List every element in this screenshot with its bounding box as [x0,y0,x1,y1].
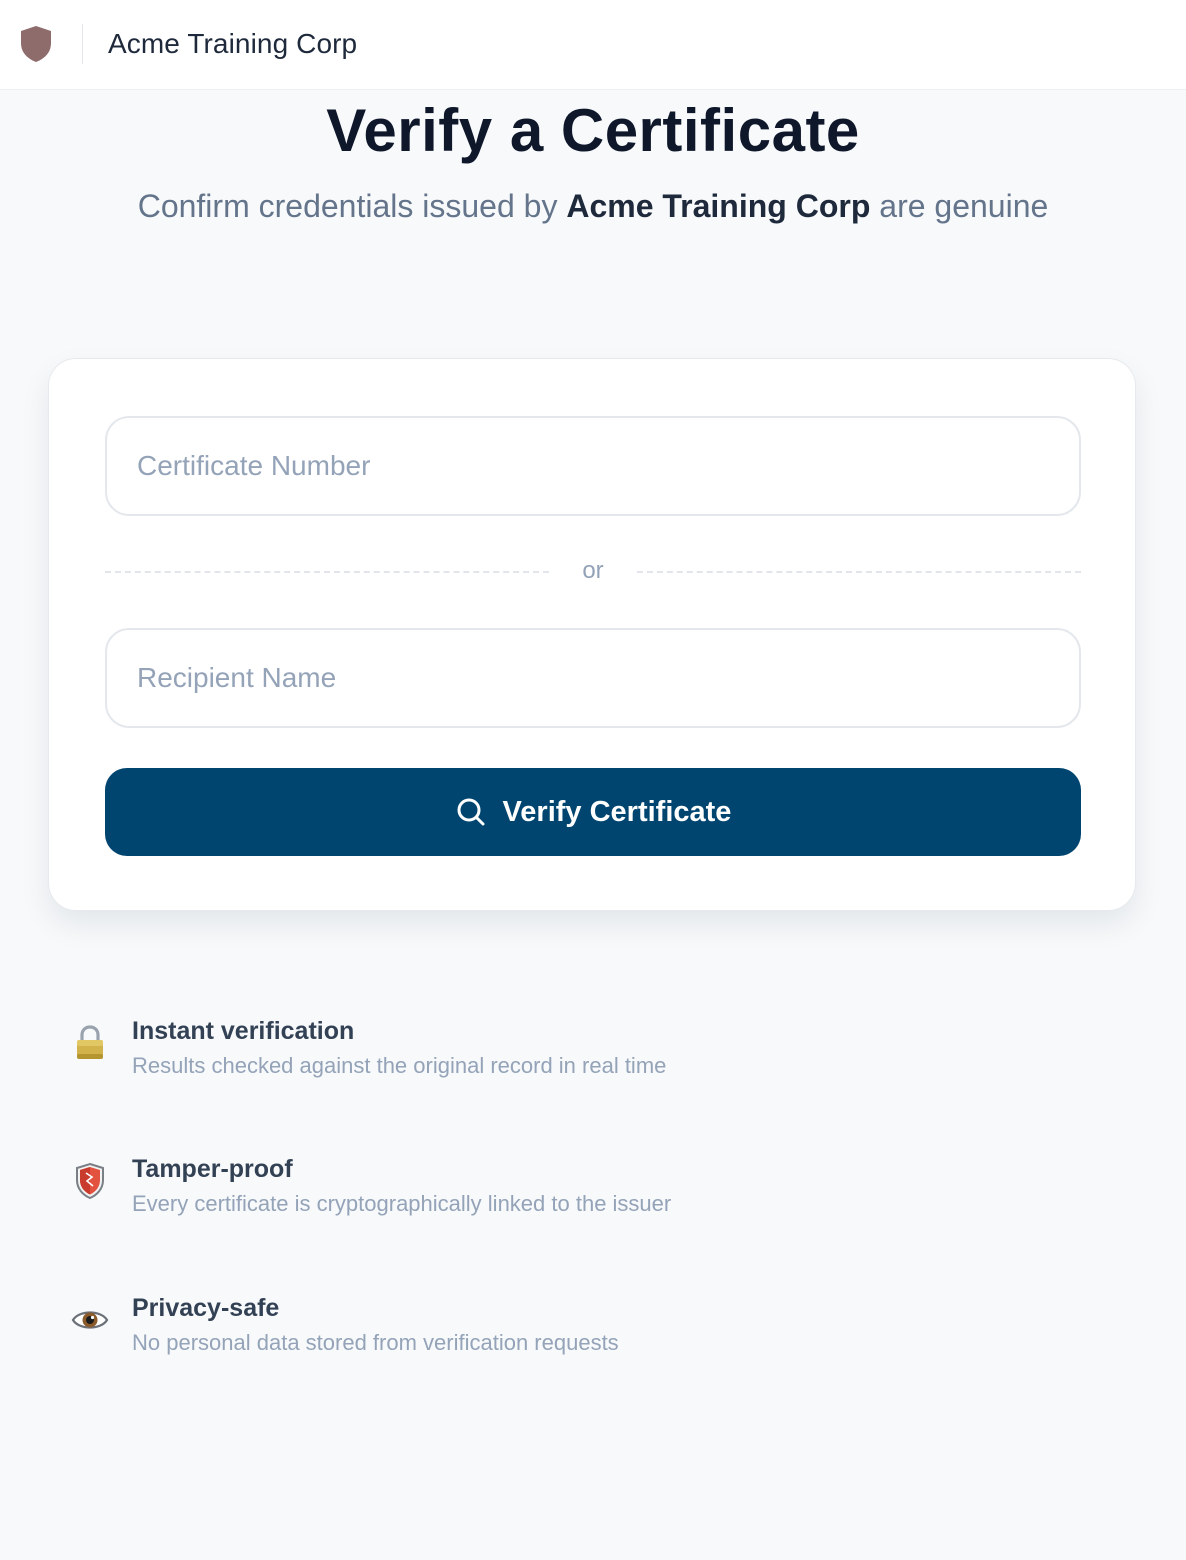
feature-tamper-proof: Tamper-proof Every certificate is crypto… [0,1155,1186,1235]
verify-card: or Verify Certificate [48,358,1136,911]
shield-icon[interactable] [18,23,54,65]
verify-certificate-button[interactable]: Verify Certificate [105,768,1081,856]
brand-name[interactable]: Acme Training Corp [108,28,357,60]
page-subtitle: Confirm credentials issued by Acme Train… [0,188,1186,225]
search-icon [455,796,487,828]
subtitle-prefix: Confirm credentials issued by [137,188,567,224]
feature-privacy-safe: Privacy-safe No personal data stored fro… [0,1294,1186,1374]
subtitle-org: Acme Training Corp [566,188,871,224]
or-separator: or [105,557,1081,587]
eye-icon [70,1300,110,1340]
feature-description: No personal data stored from verificatio… [132,1330,619,1355]
page-title: Verify a Certificate [326,97,860,164]
feature-instant-verification: Instant verification Results checked aga… [0,1017,1186,1097]
verify-button-label: Verify Certificate [502,795,732,828]
subtitle-suffix: are genuine [870,188,1049,224]
recipient-name-input[interactable] [105,628,1081,728]
top-bar: Acme Training Corp [0,0,1186,90]
header-divider [82,24,83,64]
feature-description: Results checked against the original rec… [132,1053,667,1078]
feature-title: Tamper-proof [132,1155,293,1183]
feature-description: Every certificate is cryptographically l… [132,1191,672,1216]
lock-icon [70,1023,110,1063]
shield-icon [70,1161,110,1201]
separator-line-right [637,571,1081,573]
certificate-number-input[interactable] [105,416,1081,516]
feature-title: Privacy-safe [132,1294,280,1322]
feature-title: Instant verification [132,1017,355,1045]
